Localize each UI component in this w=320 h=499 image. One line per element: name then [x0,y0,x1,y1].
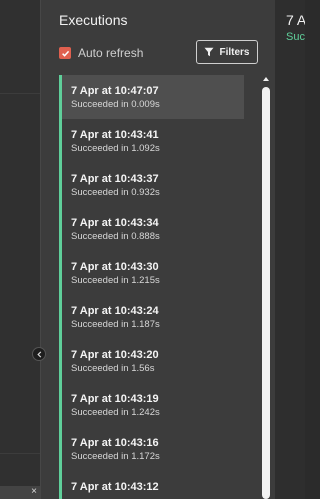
executions-list[interactable]: 7 Apr at 10:47:07 Succeeded in 0.009s 7 … [59,75,244,499]
execution-time: 7 Apr at 10:43:20 [71,349,159,361]
execution-time: 7 Apr at 10:43:24 [71,305,159,317]
execution-time: 7 Apr at 10:43:37 [71,173,159,185]
execution-status: Succeeded in 0.888s [71,231,160,242]
panel-title: Executions [59,12,128,28]
execution-status: Succeeded in 1.092s [71,143,160,154]
execution-item[interactable]: 7 Apr at 10:43:19 Succeeded in 1.242s [62,383,244,427]
execution-item[interactable]: 7 Apr at 10:43:12 [62,471,244,499]
execution-status: Succeeded in 0.009s [71,99,160,110]
execution-item[interactable]: 7 Apr at 10:43:30 Succeeded in 1.215s [62,251,244,295]
detail-status: Succ [286,31,305,43]
auto-refresh-toggle[interactable]: Auto refresh [59,46,143,60]
execution-item[interactable]: 7 Apr at 10:47:07 Succeeded in 0.009s [62,75,244,119]
execution-status: Succeeded in 1.187s [71,319,160,330]
left-rail: × [0,0,40,499]
execution-item[interactable]: 7 Apr at 10:43:41 Succeeded in 1.092s [62,119,244,163]
execution-detail-pane: 7 A Succ [275,0,305,499]
chevron-left-icon [36,350,41,358]
list-scrollbar[interactable] [261,75,271,499]
scrollbar-thumb[interactable] [262,87,270,499]
execution-status: Succeeded in 1.215s [71,275,160,286]
close-icon[interactable]: × [31,485,37,498]
filters-label: Filters [219,46,250,58]
executions-panel: Executions Auto refresh Filters 7 Apr at… [40,0,275,499]
execution-status: Succeeded in 1.242s [71,407,160,418]
filter-icon [204,47,214,57]
rail-tab[interactable]: × [0,486,40,499]
execution-time: 7 Apr at 10:43:19 [71,393,159,405]
execution-time: 7 Apr at 10:43:34 [71,217,159,229]
checkmark-icon [61,50,69,57]
collapse-panel-button[interactable] [32,347,46,361]
rail-divider [0,93,40,94]
execution-time: 7 Apr at 10:43:41 [71,129,159,141]
execution-time: 7 Apr at 10:43:12 [71,481,159,493]
execution-time: 7 Apr at 10:43:16 [71,437,159,449]
execution-item[interactable]: 7 Apr at 10:43:37 Succeeded in 0.932s [62,163,244,207]
rail-divider [0,453,40,454]
execution-time: 7 Apr at 10:47:07 [71,85,159,97]
filters-button[interactable]: Filters [196,40,258,64]
auto-refresh-checkbox[interactable] [59,47,71,59]
execution-time: 7 Apr at 10:43:30 [71,261,159,273]
execution-item[interactable]: 7 Apr at 10:43:20 Succeeded in 1.56s [62,339,244,383]
execution-status: Succeeded in 1.56s [71,363,155,374]
execution-item[interactable]: 7 Apr at 10:43:24 Succeeded in 1.187s [62,295,244,339]
auto-refresh-label: Auto refresh [78,46,144,60]
execution-item[interactable]: 7 Apr at 10:43:34 Succeeded in 0.888s [62,207,244,251]
execution-status: Succeeded in 0.932s [71,187,160,198]
scroll-up-icon[interactable] [262,75,270,83]
detail-title: 7 A [286,12,305,28]
execution-status: Succeeded in 1.172s [71,451,160,462]
execution-item[interactable]: 7 Apr at 10:43:16 Succeeded in 1.172s [62,427,244,471]
